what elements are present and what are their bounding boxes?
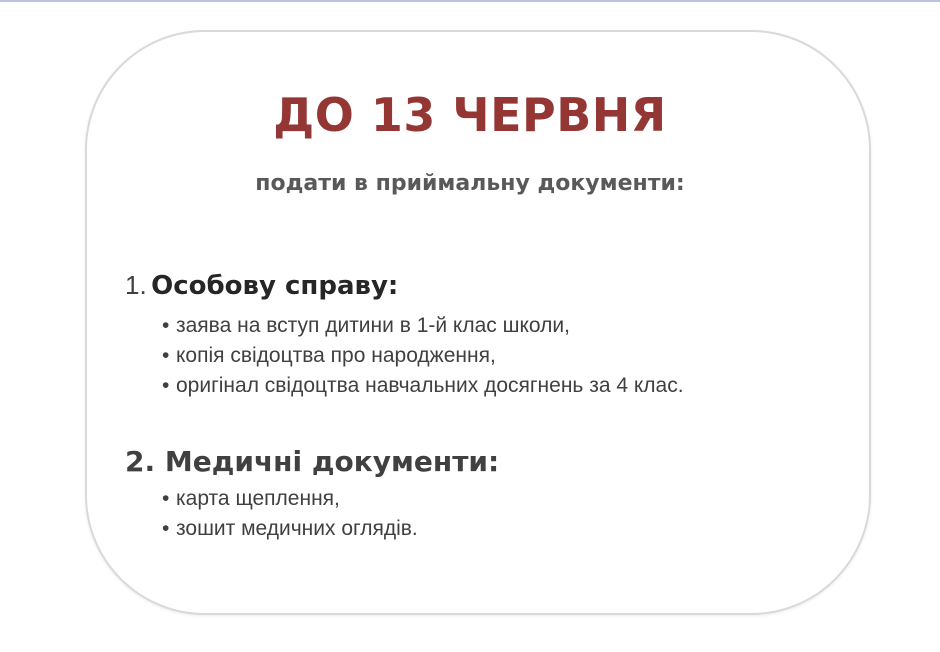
list-item: • карта щеплення, (162, 484, 418, 514)
section-label: Особову справу: (151, 271, 399, 301)
list-item: • зошит медичних оглядів. (162, 514, 418, 544)
list-item: • копія свідоцтва про народження, (162, 341, 684, 371)
list-item-text: зошит медичних оглядів. (176, 517, 418, 540)
bullet-icon: • (162, 517, 170, 540)
list-item-text: карта щеплення, (176, 487, 340, 510)
slide-subtitle: подати в приймальну документи: (255, 171, 685, 196)
personal-file-list: • заява на вступ дитини в 1-й клас школи,… (162, 311, 684, 401)
slide-title: ДО 13 ЧЕРВНЯ (273, 88, 667, 142)
section-heading-personal-file: 1. Особову справу: (125, 272, 398, 299)
list-item-text: заява на вступ дитини в 1-й клас школи, (176, 314, 570, 337)
list-item-text: оригінал свідоцтва навчальних досягнень … (176, 374, 684, 397)
section-heading-medical-documents: 2. Медичні документи: (125, 445, 500, 478)
medical-documents-list: • карта щеплення, • зошит медичних оглядів… (162, 484, 418, 544)
bullet-icon: • (162, 487, 170, 510)
section-number: 1. (125, 270, 147, 300)
bullet-icon: • (162, 314, 170, 337)
list-item: • оригінал свідоцтва навчальних досягнень… (162, 371, 684, 401)
list-item: • заява на вступ дитини в 1-й клас школи, (162, 311, 684, 341)
bullet-icon: • (162, 344, 170, 367)
list-item-text: копія свідоцтва про народження, (176, 344, 496, 367)
top-divider-line (0, 0, 940, 2)
bullet-icon: • (162, 374, 170, 397)
